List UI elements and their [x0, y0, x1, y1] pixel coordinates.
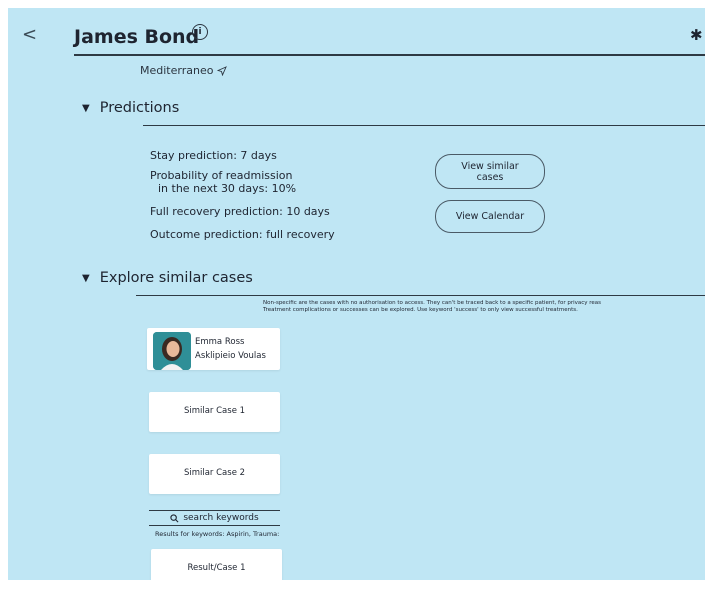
- view-similar-line-2: cases: [476, 171, 504, 183]
- readmission-line-2: in the next 30 days: 10%: [158, 182, 297, 195]
- similar-case-label: Similar Case 2: [183, 468, 246, 478]
- settings-gear-icon[interactable]: ✱: [690, 26, 703, 44]
- search-placeholder: search keywords: [183, 513, 259, 523]
- avatar: [153, 332, 191, 370]
- recovery-prediction: Full recovery prediction: 10 days: [150, 205, 330, 218]
- patient-name: James Bond: [74, 26, 200, 48]
- similar-case-card-1[interactable]: Similar Case 1: [149, 392, 280, 432]
- person-hospital: Asklipieio Voulas: [195, 351, 266, 361]
- title-divider: [74, 54, 705, 56]
- person-card[interactable]: Emma Ross Asklipieio Voulas: [147, 328, 280, 370]
- privacy-note-line-1: Non-specific are the cases with no autho…: [263, 300, 602, 306]
- person-name: Emma Ross: [195, 337, 245, 347]
- caret-down-icon: ▼: [82, 102, 90, 114]
- send-icon: [217, 65, 228, 76]
- predictions-heading: Predictions: [99, 100, 180, 116]
- explore-heading: Explore similar cases: [99, 270, 253, 286]
- search-input[interactable]: search keywords: [149, 510, 280, 526]
- location: Mediterraneo: [140, 64, 228, 77]
- app-screen: < James Bond i ✱ Mediterraneo ▼ Predicti…: [8, 8, 705, 580]
- readmission-line-1: Probability of readmission: [150, 169, 293, 182]
- view-similar-cases-button[interactable]: View similar cases: [435, 154, 545, 189]
- view-similar-line-1: View similar: [461, 160, 519, 172]
- view-calendar-button[interactable]: View Calendar: [435, 200, 545, 233]
- outcome-prediction: Outcome prediction: full recovery: [150, 228, 335, 241]
- view-calendar-label: View Calendar: [455, 211, 525, 222]
- result-case-label: Result/Case 1: [187, 563, 246, 573]
- explore-toggle[interactable]: ▼ Explore similar cases: [82, 270, 253, 286]
- caret-down-icon: ▼: [82, 272, 90, 284]
- similar-case-card-2[interactable]: Similar Case 2: [149, 454, 280, 494]
- person-photo-icon: [153, 332, 191, 370]
- info-icon[interactable]: i: [192, 24, 208, 40]
- similar-case-label: Similar Case 1: [183, 406, 246, 416]
- privacy-note-line-2: Treatment complications or successes can…: [263, 307, 578, 313]
- results-text: Results for keywords: Aspirin, Trauma:: [155, 530, 280, 538]
- search-icon: [170, 513, 179, 522]
- stay-prediction: Stay prediction: 7 days: [150, 149, 277, 162]
- back-button[interactable]: <: [22, 26, 37, 44]
- predictions-divider: [143, 125, 705, 126]
- predictions-toggle[interactable]: ▼ Predictions: [82, 100, 179, 116]
- result-case-card-1[interactable]: Result/Case 1: [151, 549, 282, 580]
- location-label: Mediterraneo: [140, 64, 214, 77]
- explore-divider: [136, 295, 705, 296]
- privacy-note: Non-specific are the cases with no autho…: [263, 300, 601, 314]
